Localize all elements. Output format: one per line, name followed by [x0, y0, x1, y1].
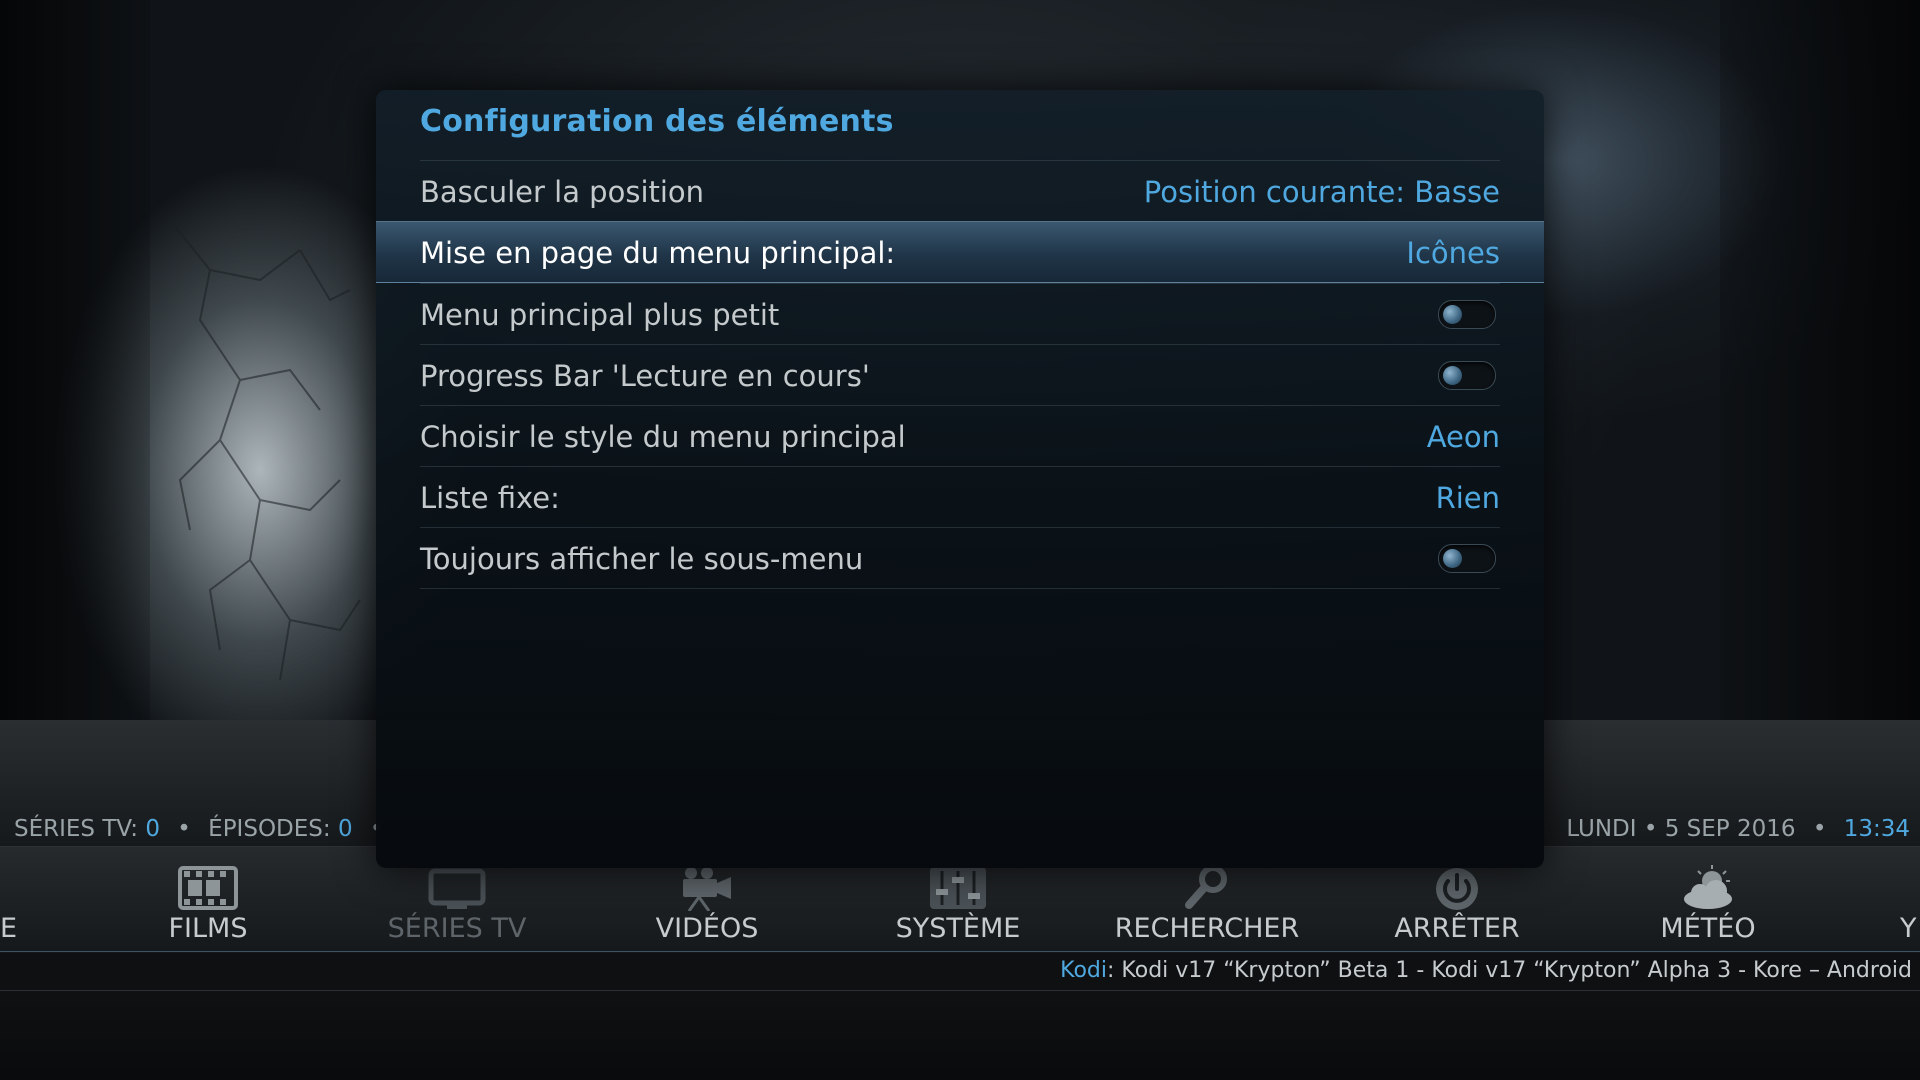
film-icon: [178, 866, 238, 910]
menu-item-label: VIDÉOS: [655, 913, 759, 944]
toggle-knob: [1443, 366, 1462, 385]
separator-dot: •: [177, 816, 191, 842]
list-divider: [420, 588, 1500, 589]
toggle-knob: [1443, 549, 1462, 568]
tv-icon: [428, 868, 486, 909]
settings-dialog: Configuration des éléments Basculer la p…: [376, 90, 1544, 868]
ticker-text: Kodi: Kodi v17 “Krypton” Beta 1 - Kodi v…: [1060, 958, 1912, 983]
power-icon: [1436, 868, 1478, 910]
dialog-title: Configuration des éléments: [420, 104, 894, 139]
setting-value: Icônes: [1406, 236, 1500, 270]
date-label: LUNDI • 5 SEP 2016: [1566, 816, 1796, 842]
menu-item-partial-right[interactable]: Y: [1900, 913, 1917, 944]
background-shadow-right: [1720, 0, 1920, 800]
menu-item-label: ARRÊTER: [1394, 913, 1520, 944]
ticker-headlines: : Kodi v17 “Krypton” Beta 1 - Kodi v17 “…: [1107, 958, 1912, 983]
setting-always-show-submenu[interactable]: Toujours afficher le sous-menu: [420, 527, 1500, 588]
setting-value: Position courante: Basse: [1143, 175, 1500, 209]
setting-label: Toujours afficher le sous-menu: [420, 542, 864, 576]
setting-label: Mise en page du menu principal:: [420, 236, 896, 270]
library-stats: SÉRIES TV: 0 • ÉPISODES: 0 •: [14, 816, 393, 842]
toggle-switch-off[interactable]: [1438, 361, 1496, 390]
rss-ticker: Kodi: Kodi v17 “Krypton” Beta 1 - Kodi v…: [0, 952, 1920, 991]
setting-value: Aeon: [1426, 420, 1500, 454]
background-cracks: [169, 219, 361, 681]
series-count: 0: [145, 816, 160, 842]
setting-value: Rien: [1435, 481, 1500, 515]
setting-label: Progress Bar 'Lecture en cours': [420, 359, 870, 393]
setting-label: Basculer la position: [420, 175, 705, 209]
settings-list: Basculer la position Position courante: …: [376, 160, 1544, 589]
clock: 13:34: [1843, 816, 1910, 842]
toggle-switch-off[interactable]: [1438, 300, 1496, 329]
menu-item-films[interactable]: FILMS: [93, 847, 323, 951]
menu-item-meteo[interactable]: MÉTÉO: [1593, 847, 1823, 951]
setting-main-menu-layout[interactable]: Mise en page du menu principal: Icônes: [376, 221, 1544, 283]
weather-icon: [1684, 865, 1732, 909]
search-icon: [1185, 865, 1227, 909]
setting-label: Choisir le style du menu principal: [420, 420, 906, 454]
menu-item-label: MÉTÉO: [1660, 913, 1756, 944]
series-label: SÉRIES TV:: [14, 816, 138, 842]
toggle-switch-off[interactable]: [1438, 544, 1496, 573]
menu-item-partial-left[interactable]: E: [0, 913, 17, 944]
setting-smaller-main-menu[interactable]: Menu principal plus petit: [420, 283, 1500, 344]
separator-dot: •: [1812, 816, 1827, 842]
menu-item-label: SYSTÈME: [895, 913, 1021, 944]
date-time: LUNDI • 5 SEP 2016 • 13:34: [1566, 816, 1910, 842]
setting-label: Liste fixe:: [420, 481, 560, 515]
video-camera-icon: [683, 867, 731, 911]
setting-main-menu-style[interactable]: Choisir le style du menu principal Aeon: [420, 405, 1500, 466]
setting-fixed-list[interactable]: Liste fixe: Rien: [420, 466, 1500, 527]
menu-item-label: SÉRIES TV: [387, 913, 527, 944]
menu-item-label: RECHERCHER: [1114, 913, 1300, 944]
setting-label: Menu principal plus petit: [420, 298, 780, 332]
episodes-label: ÉPISODES:: [208, 816, 331, 842]
menu-item-label: FILMS: [168, 913, 248, 944]
toggle-knob: [1443, 305, 1462, 324]
setting-toggle-position[interactable]: Basculer la position Position courante: …: [420, 160, 1500, 221]
episodes-count: 0: [337, 816, 353, 842]
background-shadow-left: [0, 0, 150, 800]
setting-now-playing-progress-bar[interactable]: Progress Bar 'Lecture en cours': [420, 344, 1500, 405]
ticker-source: Kodi: [1060, 958, 1108, 983]
sliders-icon: [930, 867, 986, 909]
